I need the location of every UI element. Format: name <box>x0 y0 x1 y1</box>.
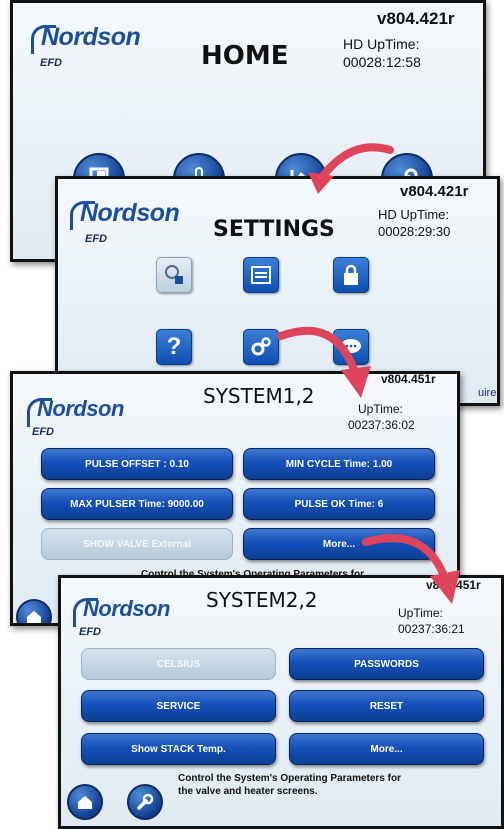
timer-lock-button[interactable] <box>156 257 192 293</box>
version-label: v804.421r <box>377 9 455 28</box>
min-cycle-time-button[interactable]: MIN CYCLE Time: 1.00 <box>243 448 435 480</box>
tools-button[interactable] <box>127 784 163 820</box>
logo-brand: Nordson <box>41 23 141 51</box>
logo-brand: Nordson <box>37 396 124 421</box>
home-icon <box>25 609 43 623</box>
show-valve-button[interactable]: SHOW VALVE External <box>41 528 233 560</box>
nordson-logo: Nordson EFD <box>31 23 143 73</box>
uptime-label: HD UpTime: <box>378 207 450 222</box>
passwords-button[interactable]: PASSWORDS <box>289 648 484 680</box>
arrow-home-to-settings <box>308 143 394 194</box>
page-title: HOME <box>201 41 289 71</box>
partial-text-1: uire <box>478 387 497 399</box>
arrow-settings-to-system1 <box>277 326 371 398</box>
help-icon: ? <box>166 333 182 360</box>
lock-button[interactable] <box>333 257 369 293</box>
nordson-logo: Nordson EFD <box>73 596 185 646</box>
home-button[interactable] <box>16 599 52 623</box>
pulse-ok-time-button[interactable]: PULSE OK Time: 6 <box>243 488 435 520</box>
uptime-label: HD UpTime: <box>343 36 420 52</box>
logo-brand: Nordson <box>80 199 180 227</box>
reset-button[interactable]: RESET <box>289 690 484 722</box>
uptime-value: 00237:36:21 <box>398 622 465 636</box>
logo-sub: EFD <box>40 57 62 69</box>
version-label: v804.421r <box>400 183 469 200</box>
partial-text-2: an <box>478 402 490 403</box>
uptime-value: 00028:29:30 <box>378 224 451 239</box>
padlock-icon <box>342 264 360 286</box>
service-button[interactable]: SERVICE <box>81 690 276 722</box>
version-label: v804.451r <box>381 372 436 386</box>
home-button[interactable] <box>67 784 103 820</box>
help-button[interactable]: ? <box>156 329 192 365</box>
home-icon <box>76 794 94 810</box>
logo-brand: Nordson <box>83 596 170 621</box>
logo-sub: EFD <box>79 626 101 638</box>
page-title: SYSTEM2,2 <box>206 588 318 612</box>
logo-sub: EFD <box>32 426 54 438</box>
nordson-logo: Nordson EFD <box>27 396 139 446</box>
more-button[interactable]: More... <box>289 733 484 765</box>
arrow-system1-to-system2 <box>362 534 460 604</box>
parameters-button[interactable] <box>243 257 279 293</box>
timer-lock-icon <box>162 263 186 287</box>
nordson-logo: Nordson EFD <box>70 199 182 249</box>
system2-screen: Nordson EFD SYSTEM2,2 v804.451r UpTime: … <box>58 575 504 829</box>
gears-icon <box>249 336 273 358</box>
status-text-line2: the valve and heater screens. <box>178 786 318 797</box>
celsius-button[interactable]: CELSIUS <box>81 648 276 680</box>
logo-sub: EFD <box>85 233 107 245</box>
uptime-value: 00237:36:02 <box>348 418 415 432</box>
status-text-line1: Control the System's Operating Parameter… <box>178 773 401 784</box>
pulse-offset-button[interactable]: PULSE OFFSET : 0.10 <box>41 448 233 480</box>
sliders-icon <box>250 265 272 285</box>
system-button[interactable] <box>243 329 279 365</box>
max-pulser-time-button[interactable]: MAX PULSER Time: 9000.00 <box>41 488 233 520</box>
wrench-icon <box>136 793 154 811</box>
uptime-value: 00028:12:58 <box>343 54 421 70</box>
show-stack-temp-button[interactable]: Show STACK Temp. <box>81 733 276 765</box>
page-title: SETTINGS <box>213 217 335 242</box>
